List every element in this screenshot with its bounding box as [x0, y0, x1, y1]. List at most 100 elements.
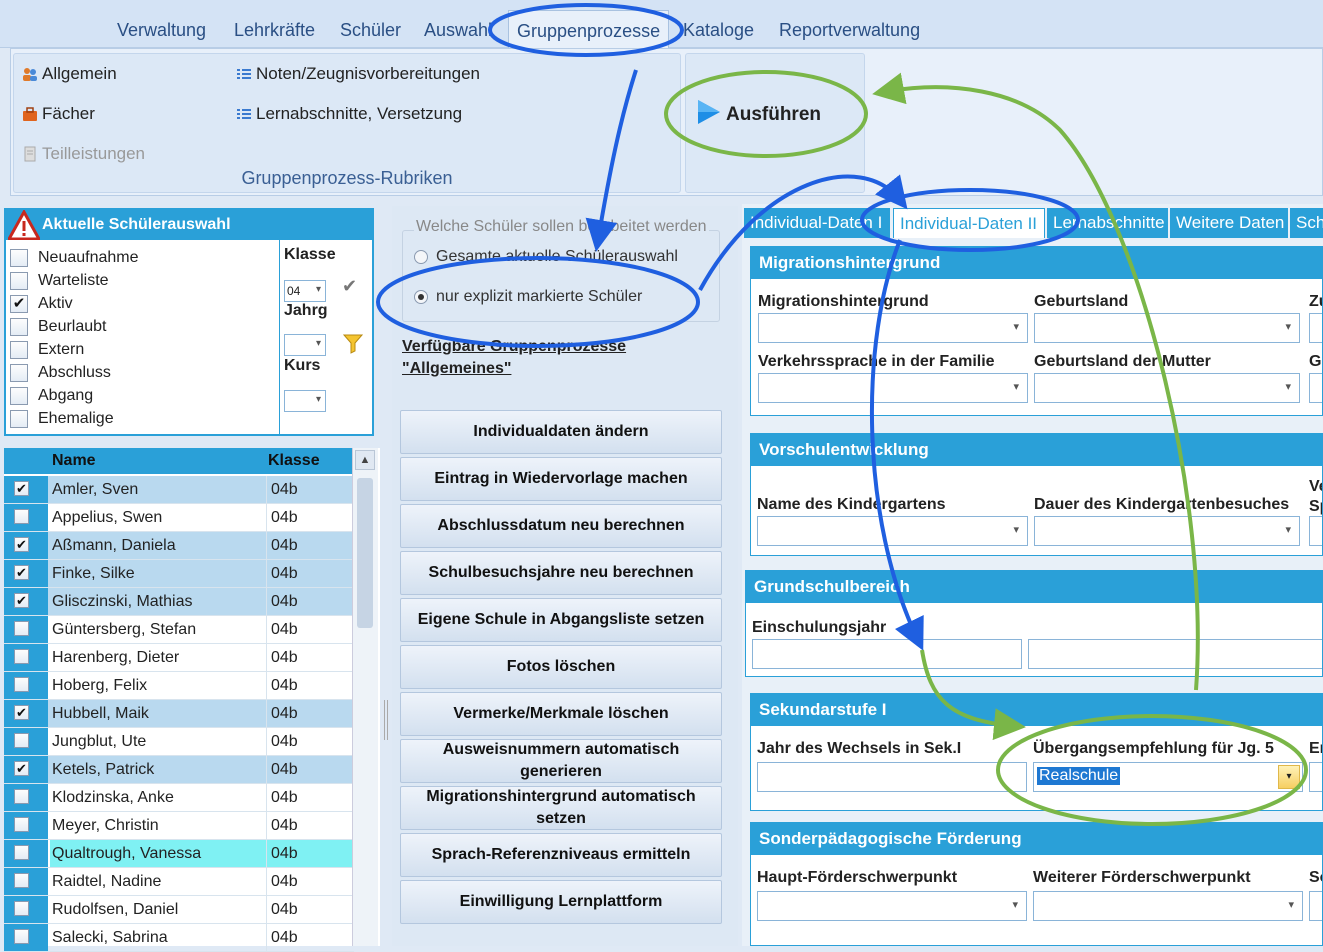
row-select-cell[interactable]: ✔ [4, 756, 48, 783]
table-row[interactable]: ✔ Amler, Sven 04b [4, 476, 354, 504]
grundschule-field-2[interactable] [1028, 639, 1322, 669]
table-row[interactable]: Raidtel, Nadine 04b [4, 868, 354, 896]
row-checkbox[interactable] [14, 789, 29, 804]
process-button[interactable]: Fotos löschen [400, 645, 722, 689]
col-name-header[interactable]: Name [52, 452, 96, 470]
tab-individual-daten-2[interactable]: Individual-Daten II [893, 208, 1045, 238]
row-select-cell[interactable] [4, 924, 48, 951]
status-checkbox[interactable] [10, 271, 28, 290]
status-abgang[interactable]: Abgang [10, 384, 93, 407]
status-checkbox[interactable]: ✔ [10, 294, 28, 313]
checkmark-icon[interactable]: ✔ [342, 276, 357, 297]
process-button[interactable]: Eigene Schule in Abgangsliste setzen [400, 598, 722, 642]
table-row[interactable]: Qualtrough, Vanessa 04b [4, 840, 354, 868]
klasse-select[interactable]: 04 [284, 280, 326, 302]
row-select-cell[interactable]: ✔ [4, 588, 48, 615]
menu-verwaltung[interactable]: Verwaltung [117, 20, 206, 41]
geburtsland-mutter-select[interactable] [1034, 373, 1300, 403]
ribbon-lernabschnitte-button[interactable]: Lernabschnitte, Versetzung [236, 104, 462, 124]
row-checkbox[interactable]: ✔ [14, 481, 29, 496]
process-button[interactable]: Sprach-Referenzniveaus ermitteln [400, 833, 722, 877]
row-checkbox[interactable] [14, 817, 29, 832]
row-select-cell[interactable] [4, 812, 48, 839]
scope-option-all[interactable]: Gesamte aktuelle Schülerauswahl [414, 248, 678, 266]
einschulungsjahr-field[interactable] [752, 639, 1022, 669]
menu-auswahl[interactable]: Auswahl [424, 20, 492, 41]
scope-option-marked[interactable]: nur explizit markierte Schüler [414, 288, 642, 306]
weiterer-foerderschwerpunkt-select[interactable] [1033, 891, 1303, 921]
wechsel-sek1-field[interactable] [757, 762, 1027, 792]
jahrgang-select[interactable] [284, 334, 326, 356]
radio-marked[interactable] [414, 290, 428, 304]
row-checkbox[interactable] [14, 621, 29, 636]
kindergarten-dauer-select[interactable] [1034, 516, 1300, 546]
row-checkbox[interactable]: ✔ [14, 761, 29, 776]
status-checkbox[interactable] [10, 317, 28, 336]
row-checkbox[interactable]: ✔ [14, 565, 29, 580]
row-checkbox[interactable] [14, 677, 29, 692]
uebergangsempfehlung-select[interactable]: Realschule ▾ [1033, 762, 1303, 792]
schwerstbehinderung-field[interactable] [1309, 891, 1322, 921]
kurs-select[interactable] [284, 390, 326, 412]
menu-kataloge[interactable]: Kataloge [683, 20, 754, 41]
ribbon-teilleistungen-button[interactable]: Teilleistungen [22, 144, 145, 164]
status-aktiv[interactable]: ✔ Aktiv [10, 292, 73, 315]
menu-schueler[interactable]: Schüler [340, 20, 401, 41]
table-row[interactable]: Klodzinska, Anke 04b [4, 784, 354, 812]
status-neuaufnahme[interactable]: Neuaufnahme [10, 246, 139, 269]
menu-reportverwaltung[interactable]: Reportverwaltung [779, 20, 920, 41]
sprachfoerderung-field[interactable] [1309, 516, 1322, 546]
tab-sch[interactable]: Sch [1290, 208, 1323, 238]
tab-lernabschnitte[interactable]: Lernabschnitte [1047, 208, 1168, 238]
filter-icon[interactable] [342, 332, 364, 359]
row-select-cell[interactable]: ✔ [4, 560, 48, 587]
menu-lehrkraefte[interactable]: Lehrkräfte [234, 20, 315, 41]
row-select-cell[interactable]: ✔ [4, 532, 48, 559]
row-checkbox[interactable] [14, 873, 29, 888]
status-checkbox[interactable] [10, 248, 28, 267]
status-checkbox[interactable] [10, 386, 28, 405]
table-row[interactable]: ✔ Glisczinski, Mathias 04b [4, 588, 354, 616]
geburtsland-select[interactable] [1034, 313, 1300, 343]
row-checkbox[interactable] [14, 929, 29, 944]
ribbon-allgemein-button[interactable]: Allgemein [22, 64, 117, 84]
col-klasse-header[interactable]: Klasse [268, 452, 320, 470]
erste-schulform-field[interactable] [1309, 762, 1322, 792]
row-select-cell[interactable] [4, 672, 48, 699]
scroll-up-button[interactable]: ▲ [355, 450, 375, 470]
row-select-cell[interactable] [4, 896, 48, 923]
row-checkbox[interactable] [14, 733, 29, 748]
tab-individual-daten-1[interactable]: Individual-Daten I [744, 208, 890, 238]
table-row[interactable]: Harenberg, Dieter 04b [4, 644, 354, 672]
table-row[interactable]: ✔ Aßmann, Daniela 04b [4, 532, 354, 560]
verkehrssprache-select[interactable] [758, 373, 1028, 403]
row-select-cell[interactable] [4, 644, 48, 671]
ribbon-noten-button[interactable]: Noten/Zeugnisvorbereitungen [236, 64, 480, 84]
row-select-cell[interactable] [4, 868, 48, 895]
table-row[interactable]: Rudolfsen, Daniel 04b [4, 896, 354, 924]
status-abschluss[interactable]: Abschluss [10, 361, 111, 384]
status-warteliste[interactable]: Warteliste [10, 269, 109, 292]
row-select-cell[interactable] [4, 784, 48, 811]
process-button[interactable]: Einwilligung Lernplattform [400, 880, 722, 924]
row-select-cell[interactable] [4, 504, 48, 531]
scroll-thumb[interactable] [357, 478, 373, 628]
status-checkbox[interactable] [10, 340, 28, 359]
student-table-scrollbar[interactable]: ▲ [352, 448, 378, 946]
row-checkbox[interactable] [14, 901, 29, 916]
table-row[interactable]: Güntersberg, Stefan 04b [4, 616, 354, 644]
ausfuehren-button[interactable]: Ausführen [696, 98, 821, 132]
splitter-grip[interactable] [384, 700, 388, 740]
row-select-cell[interactable]: ✔ [4, 700, 48, 727]
status-checkbox[interactable] [10, 363, 28, 382]
status-ehemalige[interactable]: Ehemalige [10, 407, 114, 430]
row-checkbox[interactable]: ✔ [14, 705, 29, 720]
status-extern[interactable]: Extern [10, 338, 84, 361]
table-row[interactable]: ✔ Finke, Silke 04b [4, 560, 354, 588]
row-checkbox[interactable]: ✔ [14, 537, 29, 552]
status-checkbox[interactable] [10, 409, 28, 428]
table-row[interactable]: Meyer, Christin 04b [4, 812, 354, 840]
dropdown-arrow-icon[interactable]: ▾ [1278, 765, 1300, 789]
table-row[interactable]: Appelius, Swen 04b [4, 504, 354, 532]
table-row[interactable]: Hoberg, Felix 04b [4, 672, 354, 700]
